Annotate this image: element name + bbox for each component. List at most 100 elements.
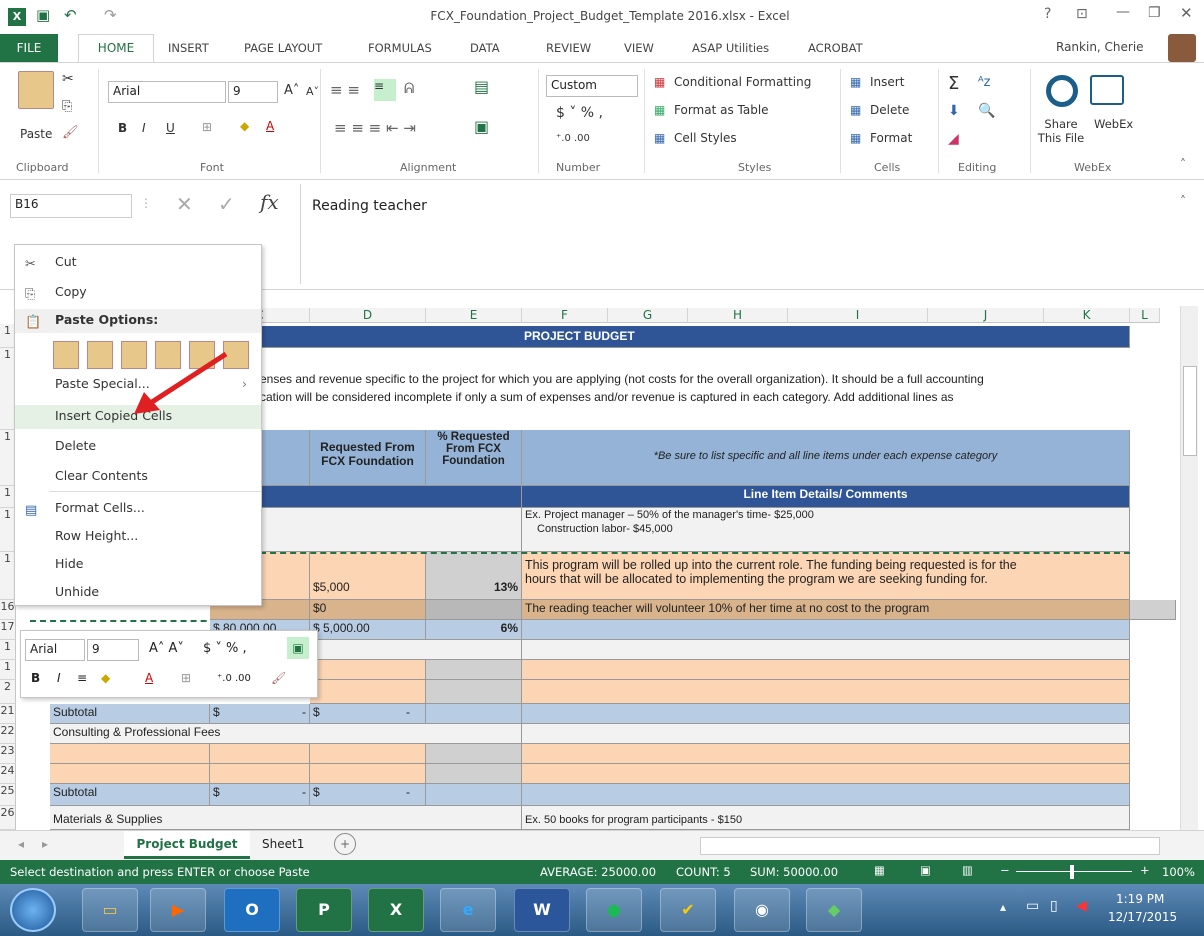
clear-icon[interactable]: ◢	[948, 131, 959, 147]
italic-button[interactable]: I	[142, 121, 146, 135]
cell-c24[interactable]	[210, 764, 310, 784]
format-as-table-button[interactable]: Format as Table	[674, 103, 769, 117]
menu-item-clear-contents[interactable]: Clear Contents	[15, 465, 261, 489]
cell-e23[interactable]	[426, 744, 522, 764]
paste-values-icon[interactable]	[87, 341, 113, 369]
format-cells-icon[interactable]: ▦	[850, 131, 861, 145]
cell-e20[interactable]	[426, 680, 522, 704]
font-color-icon[interactable]: A	[266, 119, 274, 133]
checkmark-app-icon[interactable]: ✔	[660, 888, 716, 932]
next-sheet-icon[interactable]: ▸	[42, 837, 48, 851]
mini-font-color-icon[interactable]: A	[145, 671, 153, 685]
row-header[interactable]: 1	[0, 640, 16, 660]
tab-file[interactable]: FILE	[0, 34, 58, 62]
mini-font-size-input[interactable]: 9	[87, 639, 139, 661]
network-icon[interactable]: ▭	[1026, 898, 1039, 914]
page-break-view-icon[interactable]: ▥	[962, 863, 973, 877]
cell-d17[interactable]: $ 5,000.00	[310, 620, 426, 640]
internet-explorer-icon[interactable]: e	[440, 888, 496, 932]
normal-view-icon[interactable]: ▦	[874, 863, 885, 877]
cell-d24[interactable]	[310, 764, 426, 784]
conditional-formatting-icon[interactable]: ▦	[654, 75, 665, 89]
decimal-icon[interactable]: ⁺.0 .00	[556, 133, 590, 144]
format-as-table-icon[interactable]: ▦	[654, 103, 665, 117]
column-header-g[interactable]: G	[608, 308, 688, 323]
cell-b21[interactable]: Subtotal	[50, 704, 210, 724]
menu-item-hide[interactable]: Hide	[15, 553, 261, 577]
cell-styles-icon[interactable]: ▦	[654, 131, 665, 145]
insert-cells-button[interactable]: Insert	[870, 75, 904, 89]
horizontal-scrollbar[interactable]	[700, 837, 1160, 855]
fill-icon[interactable]: ⬇	[948, 103, 960, 119]
sheet-tab-sheet1[interactable]: Sheet1	[262, 837, 304, 851]
row-header[interactable]: 2	[0, 680, 16, 704]
wrap-text-icon[interactable]: ▤	[474, 77, 489, 96]
cell-d19[interactable]	[310, 660, 426, 680]
show-hidden-icons-icon[interactable]: ▴	[1000, 900, 1006, 914]
underline-button[interactable]: U	[166, 121, 175, 135]
column-header-e[interactable]: E	[426, 308, 522, 323]
tab-asap-utilities[interactable]: ASAP Utilities	[692, 41, 769, 55]
delete-cells-icon[interactable]: ▦	[850, 103, 861, 117]
share-file-icon[interactable]	[1046, 75, 1078, 107]
header-note[interactable]: *Be sure to list specific and all line i…	[522, 430, 1130, 486]
cell-f15[interactable]: This program will be rolled up into the …	[522, 552, 1130, 600]
excel-taskbar-icon[interactable]: X	[368, 888, 424, 932]
header-requested[interactable]: Requested From FCX Foundation	[310, 430, 426, 486]
row-header[interactable]: 25	[0, 784, 16, 806]
row-header[interactable]: 22	[0, 724, 16, 744]
cell-e24[interactable]	[426, 764, 522, 784]
cell-d16[interactable]: $0	[310, 600, 426, 620]
format-cells-button[interactable]: Format	[870, 131, 912, 145]
tab-formulas[interactable]: FORMULAS	[368, 41, 432, 55]
delete-cells-button[interactable]: Delete	[870, 103, 909, 117]
tab-view[interactable]: VIEW	[624, 41, 654, 55]
column-header-l[interactable]: L	[1130, 308, 1160, 323]
align-bottom-icon[interactable]: ≡	[374, 79, 396, 101]
menu-item-unhide[interactable]: Unhide	[15, 581, 261, 605]
prev-sheet-icon[interactable]: ◂	[18, 837, 24, 851]
cell-f23[interactable]	[522, 744, 1130, 764]
menu-item-row-height[interactable]: Row Height...	[15, 525, 261, 549]
paste-icon[interactable]	[53, 341, 79, 369]
cell-row-18[interactable]	[310, 640, 522, 660]
column-header-j[interactable]: J	[928, 308, 1044, 323]
cell-c25[interactable]: $ -	[210, 784, 310, 806]
cell-f20[interactable]	[522, 680, 1130, 704]
cell-f16[interactable]: The reading teacher will volunteer 10% o…	[522, 600, 1130, 620]
tab-home[interactable]: HOME	[78, 34, 154, 63]
close-icon[interactable]: ✕	[1180, 4, 1193, 22]
cell-f24[interactable]	[522, 764, 1130, 784]
zoom-out-icon[interactable]: −	[1000, 863, 1010, 877]
example-row-details[interactable]: Ex. Project manager – 50% of the manager…	[522, 508, 1130, 552]
cut-icon[interactable]: ✂	[62, 71, 74, 87]
row-header[interactable]: 21	[0, 704, 16, 724]
mini-format-painter-icon[interactable]: 🖌	[271, 671, 286, 685]
mini-font-name-input[interactable]: Arial	[25, 639, 85, 661]
skype-icon[interactable]: ◉	[734, 888, 790, 932]
bold-button[interactable]: B	[118, 121, 127, 135]
number-format-select[interactable]: Custom	[546, 75, 638, 97]
accounting-format-icon[interactable]: $ ˅ % ,	[556, 105, 603, 121]
mini-decimal-icon[interactable]: ⁺.0 .00	[217, 673, 251, 684]
copy-icon[interactable]: ⎘	[62, 99, 72, 114]
cell-e25[interactable]	[426, 784, 522, 806]
cell-f22[interactable]	[522, 724, 1130, 744]
browser-icon[interactable]: ◆	[806, 888, 862, 932]
user-name[interactable]: Rankin, Cherie	[1056, 40, 1144, 54]
add-sheet-icon[interactable]: +	[334, 833, 356, 855]
column-header-k[interactable]: K	[1044, 308, 1130, 323]
scrollbar-thumb[interactable]	[1183, 366, 1197, 456]
undo-icon[interactable]: ↶	[64, 6, 77, 24]
formula-options-icon[interactable]: ⋮	[140, 196, 152, 210]
row-header[interactable]: 1	[0, 660, 16, 680]
mini-merge-icon[interactable]: ▣	[287, 637, 309, 659]
spotify-icon[interactable]: ●	[586, 888, 642, 932]
mini-currency-icon[interactable]: $ ˅ % ,	[203, 641, 247, 656]
cell-d21[interactable]: $ -	[310, 704, 426, 724]
zoom-slider[interactable]	[1016, 871, 1132, 872]
webex-icon[interactable]	[1090, 75, 1124, 105]
cell-d23[interactable]	[310, 744, 426, 764]
orientation-icon[interactable]: ᕱ	[404, 81, 414, 97]
device-icon[interactable]: ▯	[1050, 898, 1058, 914]
